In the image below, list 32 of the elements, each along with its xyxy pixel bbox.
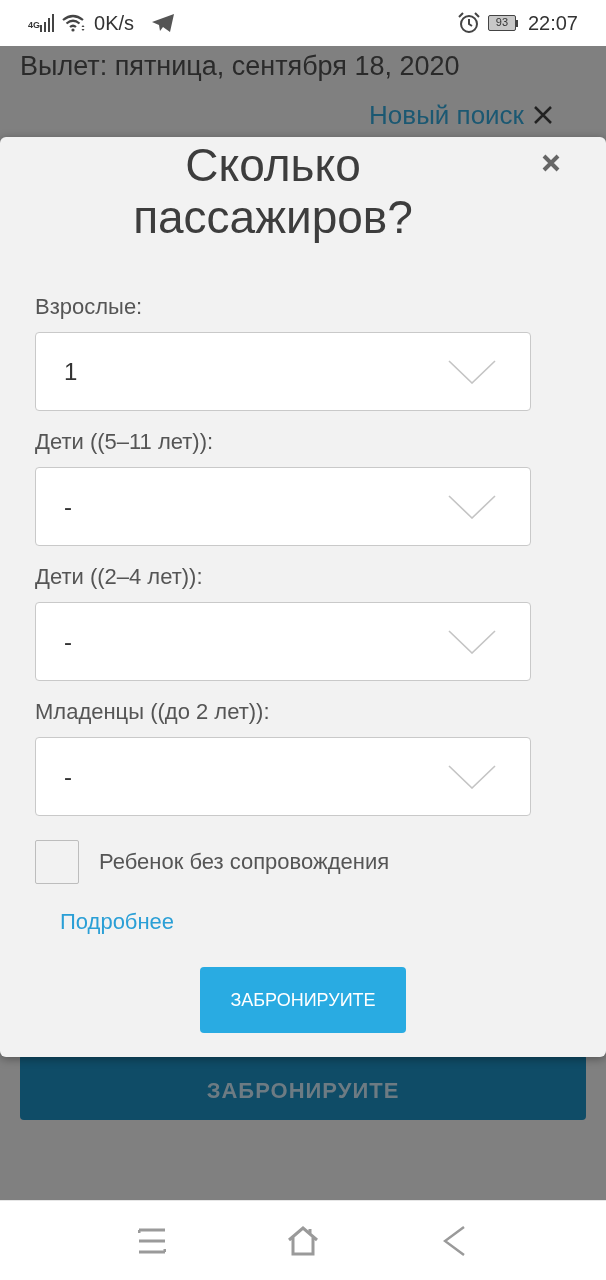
field-label: Дети ((5–11 лет)): bbox=[35, 429, 215, 455]
chevron-down-icon bbox=[448, 494, 496, 519]
chevron-down-icon bbox=[448, 764, 496, 789]
select-field[interactable]: - bbox=[35, 467, 531, 546]
battery-indicator: 93 bbox=[487, 15, 518, 31]
signal-icon bbox=[40, 14, 54, 32]
field-label: Взрослые: bbox=[35, 294, 144, 320]
menu-button[interactable] bbox=[137, 1227, 166, 1254]
chevron-down-icon bbox=[448, 359, 496, 384]
departure-date: Вылет: пятница, сентября 18, 2020 bbox=[20, 50, 461, 83]
chevron-down-icon bbox=[448, 629, 496, 654]
close-icon[interactable] bbox=[534, 106, 552, 124]
dialog-title: Сколько пассажиров? bbox=[132, 139, 414, 243]
home-icon bbox=[287, 1225, 319, 1256]
select-field[interactable]: - bbox=[35, 737, 531, 816]
back-button[interactable] bbox=[443, 1225, 466, 1256]
field-label: Дети ((2–4 лет)): bbox=[35, 564, 204, 590]
paper-plane-icon bbox=[152, 14, 175, 32]
select-field[interactable]: 1 bbox=[35, 332, 531, 411]
clock-time: 22:07 bbox=[527, 11, 578, 35]
field-label: Младенцы ((до 2 лет)): bbox=[35, 699, 271, 725]
select-field[interactable]: - bbox=[35, 602, 531, 681]
checkbox[interactable] bbox=[35, 840, 79, 884]
home-button[interactable] bbox=[287, 1225, 319, 1256]
close-icon bbox=[542, 154, 560, 172]
alarm-clock-icon bbox=[457, 12, 480, 34]
checkbox-label: Ребенок без сопровождения bbox=[99, 849, 390, 875]
wifi-icon bbox=[62, 14, 86, 32]
menu-icon bbox=[137, 1227, 166, 1254]
network-type-label: 4G bbox=[28, 19, 40, 30]
network-speed: 0K/s bbox=[94, 11, 135, 35]
back-icon bbox=[443, 1225, 466, 1256]
